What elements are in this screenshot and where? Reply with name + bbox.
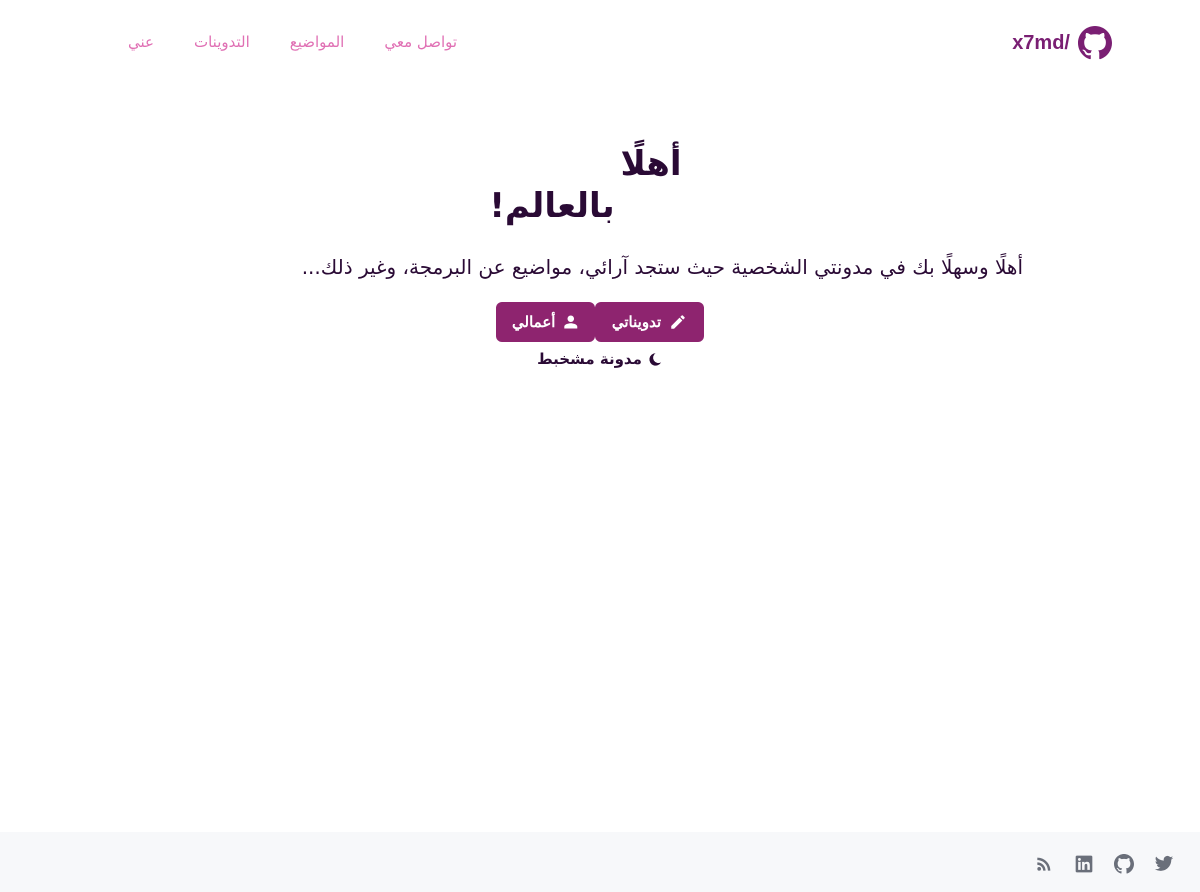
nav-contact[interactable]: تواصل معي [384, 33, 457, 51]
hero-buttons: أعمالي تدويناتي [496, 302, 704, 342]
theme-toggle[interactable]: مدونة مشخبط [537, 350, 663, 368]
nav-about[interactable]: عني [128, 33, 154, 51]
nav-posts[interactable]: التدوينات [194, 33, 250, 51]
linkedin-icon[interactable] [1074, 854, 1094, 874]
posts-button-label: تدويناتي [611, 314, 662, 331]
projects-button[interactable]: أعمالي [496, 302, 595, 342]
theme-toggle-row: مدونة مشخبط [0, 350, 1200, 368]
twitter-icon[interactable] [1154, 854, 1174, 874]
posts-button[interactable]: تدويناتي [595, 302, 704, 342]
pencil-icon [671, 315, 685, 329]
nav-topics[interactable]: المواضيع [290, 33, 345, 51]
site-footer [0, 832, 1200, 892]
social-links [1034, 854, 1174, 874]
hero-title-line1: أهلًا [620, 144, 682, 184]
projects-button-label: أعمالي [512, 314, 556, 331]
site-header: x7md/ عني التدوينات المواضيع تواصل معي [0, 0, 1200, 90]
main-nav: عني التدوينات المواضيع تواصل معي [128, 33, 457, 51]
person-icon [564, 315, 578, 329]
hero-title: أهلًا بالعالم! [0, 143, 1200, 227]
theme-toggle-label: مدونة مشخبط [537, 350, 642, 368]
rss-icon[interactable] [1034, 854, 1054, 874]
moon-icon [649, 352, 662, 366]
github-icon [1078, 26, 1112, 60]
hero-description: أهلًا وسهلًا بك في مدونتي الشخصية حيث ست… [301, 255, 1023, 279]
brand-link[interactable]: x7md/ [1012, 26, 1112, 60]
brand-text: x7md/ [1012, 31, 1070, 54]
hero-title-line2: بالعالم! [489, 186, 615, 226]
github-footer-icon[interactable] [1114, 854, 1134, 874]
